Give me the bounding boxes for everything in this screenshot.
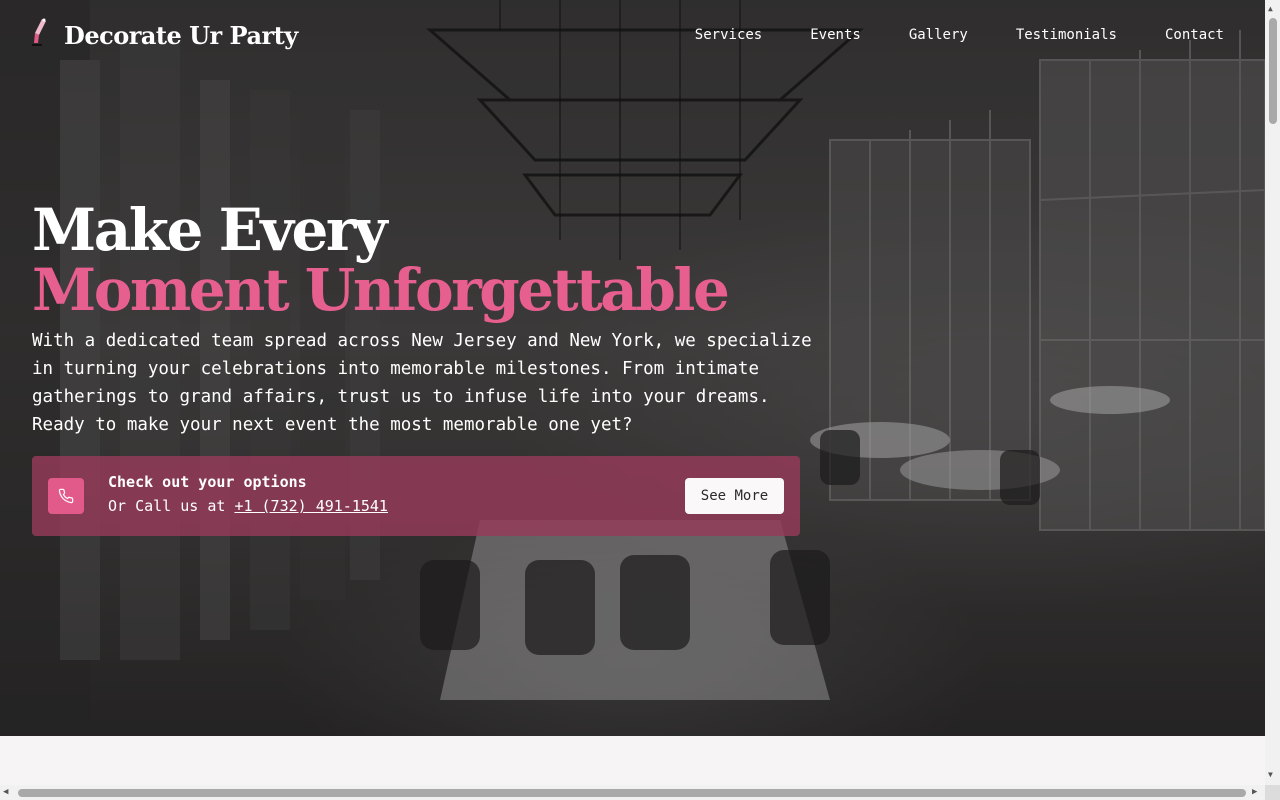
scroll-down-arrow-icon[interactable]: ▼ [1268,770,1273,779]
cta-call-line: Or Call us at +1 (732) 491-1541 [108,497,388,515]
horizontal-scroll-thumb[interactable] [18,789,1246,797]
scroll-left-arrow-icon[interactable]: ◀ [3,787,8,797]
main-navigation: Services Events Gallery Testimonials Con… [695,27,1224,43]
brand-logo-text[interactable]: Decorate Ur Party [64,21,298,50]
vertical-scrollbar[interactable]: ▲ ▼ [1265,0,1280,785]
scroll-up-arrow-icon[interactable]: ▲ [1268,4,1273,13]
nav-link-events[interactable]: Events [810,27,861,43]
nav-link-testimonials[interactable]: Testimonials [1016,27,1117,43]
phone-number-link[interactable]: +1 (732) 491-1541 [234,497,388,515]
cta-panel: Check out your options Or Call us at +1 … [32,456,800,536]
nav-link-services[interactable]: Services [695,27,762,43]
scrollbar-corner [1265,785,1280,800]
see-more-button[interactable]: See More [685,478,784,514]
hero-headline: Make Every Moment Unforgettable [32,196,730,324]
champagne-glass-logo-icon [32,18,46,46]
horizontal-scrollbar[interactable]: ◀ ▶ [0,785,1280,800]
headline-line-1: Make Every [32,196,388,264]
nav-link-gallery[interactable]: Gallery [909,27,968,43]
cta-title: Check out your options [108,473,307,491]
nav-link-contact[interactable]: Contact [1165,27,1224,43]
hero-description: With a dedicated team spread across New … [32,331,812,435]
cta-call-prefix: Or Call us at [108,497,226,515]
phone-icon[interactable] [48,478,84,514]
scroll-right-arrow-icon[interactable]: ▶ [1252,787,1257,797]
headline-line-2: Moment Unforgettable [32,256,730,324]
vertical-scroll-thumb[interactable] [1269,18,1277,124]
